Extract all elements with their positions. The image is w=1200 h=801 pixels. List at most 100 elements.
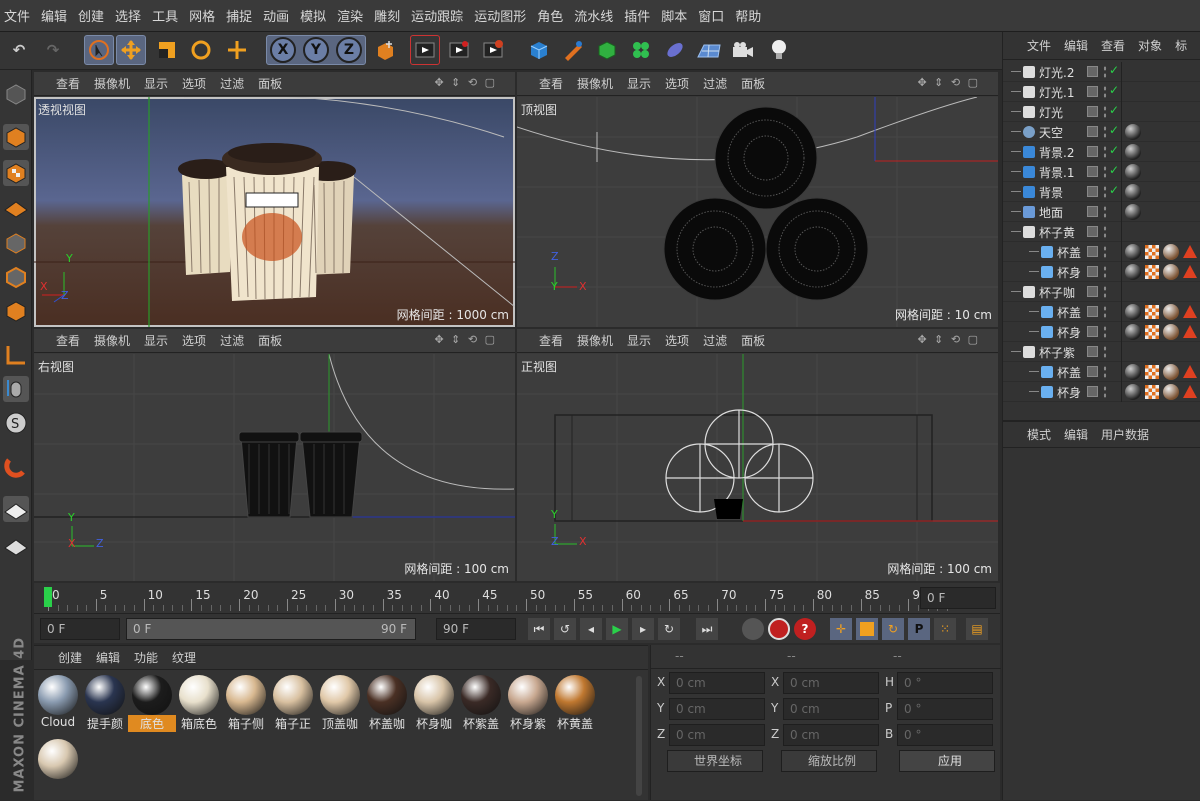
viewport-menu-item[interactable]: 摄像机 bbox=[577, 332, 613, 349]
menu-item[interactable]: 选择 bbox=[115, 6, 141, 25]
object-row[interactable]: 杯盖 bbox=[1003, 242, 1200, 262]
planar-workplane-icon[interactable] bbox=[3, 532, 29, 558]
material-swatch[interactable]: 杯身咖 bbox=[412, 673, 456, 731]
menu-item[interactable]: 角色 bbox=[537, 6, 563, 25]
visibility-dots-icon[interactable] bbox=[1103, 345, 1107, 359]
texture-tag-icon[interactable] bbox=[1145, 365, 1159, 379]
viewport-front[interactable]: 查看 摄像机 显示 选项 过滤 面板 ✥ ⇕ ⟲ ▢ Y Z X 正视图 网格间距 : 10… bbox=[517, 329, 998, 581]
object-row[interactable]: 杯身 bbox=[1003, 382, 1200, 402]
viewport-menu-item[interactable]: 查看 bbox=[56, 75, 80, 92]
layer-icon[interactable] bbox=[1087, 206, 1098, 217]
layer-icon[interactable] bbox=[1087, 306, 1098, 317]
viewport-right[interactable]: 查看 摄像机 显示 选项 过滤 面板 ✥ ⇕ ⟲ ▢ Y X Z 右视图 网格间距 : 10… bbox=[34, 329, 515, 581]
material-swatch[interactable]: 箱子侧 bbox=[224, 673, 268, 731]
next-frame-icon[interactable]: ▸ bbox=[632, 618, 654, 640]
cube-icon[interactable] bbox=[524, 35, 554, 65]
play-icon[interactable]: ▶ bbox=[606, 618, 628, 640]
material-menu-item[interactable]: 编辑 bbox=[96, 649, 120, 666]
key-rotation-icon[interactable]: ↻ bbox=[882, 618, 904, 640]
visibility-dots-icon[interactable] bbox=[1103, 185, 1107, 199]
menu-item[interactable]: 文件 bbox=[4, 6, 30, 25]
redo-icon[interactable]: ↷ bbox=[38, 35, 68, 65]
go-to-end-icon[interactable]: ⏭ bbox=[696, 618, 718, 640]
layer-icon[interactable] bbox=[1087, 346, 1098, 357]
render-settings-icon[interactable] bbox=[478, 35, 508, 65]
visibility-dots-icon[interactable] bbox=[1103, 65, 1107, 79]
layer-icon[interactable] bbox=[1087, 186, 1098, 197]
layer-icon[interactable] bbox=[1087, 226, 1098, 237]
material-tag-icon[interactable] bbox=[1163, 364, 1179, 380]
visibility-dots-icon[interactable] bbox=[1103, 365, 1107, 379]
object-row[interactable]: 背景.2 ✓ bbox=[1003, 142, 1200, 162]
enabled-check-icon[interactable]: ✓ bbox=[1109, 123, 1119, 137]
viewport-perspective[interactable]: 查看 摄像机 显示 选项 过滤 面板 ✥ ⇕ ⟲ ▢ Y X Z 透视视图 网格… bbox=[34, 72, 515, 327]
visibility-dots-icon[interactable] bbox=[1103, 125, 1107, 139]
workplane-icon[interactable] bbox=[3, 194, 29, 220]
visibility-dots-icon[interactable] bbox=[1103, 285, 1107, 299]
viewport-menu-item[interactable]: 选项 bbox=[665, 75, 689, 92]
texture-tag-icon[interactable] bbox=[1145, 325, 1159, 339]
layer-icon[interactable] bbox=[1087, 146, 1098, 157]
material-tag-icon[interactable] bbox=[1125, 324, 1141, 340]
object-menu-item[interactable]: 编辑 bbox=[1064, 37, 1088, 54]
material-swatch[interactable]: 箱底色 bbox=[177, 673, 221, 731]
object-menu-item[interactable]: 对象 bbox=[1138, 37, 1162, 54]
coord-value-field[interactable]: 0 cm bbox=[783, 698, 879, 720]
material-swatch[interactable]: 顶盖咖 bbox=[318, 673, 362, 731]
visibility-dots-icon[interactable] bbox=[1103, 85, 1107, 99]
material-tag-icon[interactable] bbox=[1163, 384, 1179, 400]
edges-mode-icon[interactable] bbox=[3, 264, 29, 290]
record-off-icon[interactable] bbox=[742, 618, 764, 640]
object-row[interactable]: 背景.1 ✓ bbox=[1003, 162, 1200, 182]
viewport-menu-item[interactable]: 过滤 bbox=[220, 332, 244, 349]
render-picture-viewer-icon[interactable] bbox=[444, 35, 474, 65]
layer-icon[interactable] bbox=[1087, 326, 1098, 337]
layer-icon[interactable] bbox=[1087, 266, 1098, 277]
apply-button[interactable]: 应用 bbox=[899, 750, 995, 772]
playhead[interactable] bbox=[44, 587, 52, 607]
viewport-menu-item[interactable]: 显示 bbox=[144, 75, 168, 92]
autokey-icon[interactable]: ? bbox=[794, 618, 816, 640]
material-swatch[interactable]: 杯身紫 bbox=[506, 673, 550, 731]
layer-icon[interactable] bbox=[1087, 166, 1098, 177]
visibility-dots-icon[interactable] bbox=[1103, 145, 1107, 159]
live-select-icon[interactable] bbox=[222, 35, 252, 65]
material-swatch[interactable]: 杯盖咖 bbox=[365, 673, 409, 731]
viewport-nav-icons[interactable]: ✥ ⇕ ⟲ ▢ bbox=[917, 333, 980, 346]
select-tool-icon[interactable] bbox=[84, 35, 114, 65]
deformer-icon[interactable] bbox=[660, 35, 690, 65]
viewport-menu-item[interactable]: 查看 bbox=[56, 332, 80, 349]
menu-item[interactable]: 动画 bbox=[263, 6, 289, 25]
layer-icon[interactable] bbox=[1087, 106, 1098, 117]
menu-item[interactable]: 网格 bbox=[189, 6, 215, 25]
menu-item[interactable]: 雕刻 bbox=[374, 6, 400, 25]
material-menu-item[interactable]: 纹理 bbox=[172, 649, 196, 666]
move-tool-icon[interactable] bbox=[116, 35, 146, 65]
material-tag-icon[interactable] bbox=[1163, 264, 1179, 280]
viewport-menu-item[interactable]: 过滤 bbox=[703, 75, 727, 92]
tweak-mode-icon[interactable] bbox=[3, 376, 29, 402]
object-row[interactable]: 灯光.1 ✓ bbox=[1003, 82, 1200, 102]
menu-item[interactable]: 捕捉 bbox=[226, 6, 252, 25]
material-swatch[interactable]: 杯紫盖 bbox=[459, 673, 503, 731]
menu-item[interactable]: 运动图形 bbox=[474, 6, 526, 25]
enabled-check-icon[interactable]: ✓ bbox=[1109, 183, 1119, 197]
texture-tag-icon[interactable] bbox=[1145, 265, 1159, 279]
points-mode-icon[interactable] bbox=[3, 230, 29, 256]
pen-spline-icon[interactable] bbox=[558, 35, 588, 65]
render-view-icon[interactable] bbox=[410, 35, 440, 65]
enabled-check-icon[interactable]: ✓ bbox=[1109, 83, 1119, 97]
coord-value-field[interactable]: 0 cm bbox=[669, 698, 765, 720]
viewport-menu-item[interactable]: 摄像机 bbox=[94, 75, 130, 92]
visibility-dots-icon[interactable] bbox=[1103, 105, 1107, 119]
key-points-icon[interactable]: ⁙ bbox=[934, 618, 956, 640]
previous-frame-icon[interactable]: ◂ bbox=[580, 618, 602, 640]
layer-icon[interactable] bbox=[1087, 386, 1098, 397]
material-tag-icon[interactable] bbox=[1163, 304, 1179, 320]
texture-tag-icon[interactable] bbox=[1145, 305, 1159, 319]
viewport-menu-item[interactable]: 选项 bbox=[182, 75, 206, 92]
menu-item[interactable]: 模拟 bbox=[300, 6, 326, 25]
viewport-nav-icons[interactable]: ✥ ⇕ ⟲ ▢ bbox=[434, 333, 497, 346]
attribute-menu-item[interactable]: 编辑 bbox=[1064, 426, 1088, 443]
coordinate-system-icon[interactable] bbox=[370, 35, 400, 65]
